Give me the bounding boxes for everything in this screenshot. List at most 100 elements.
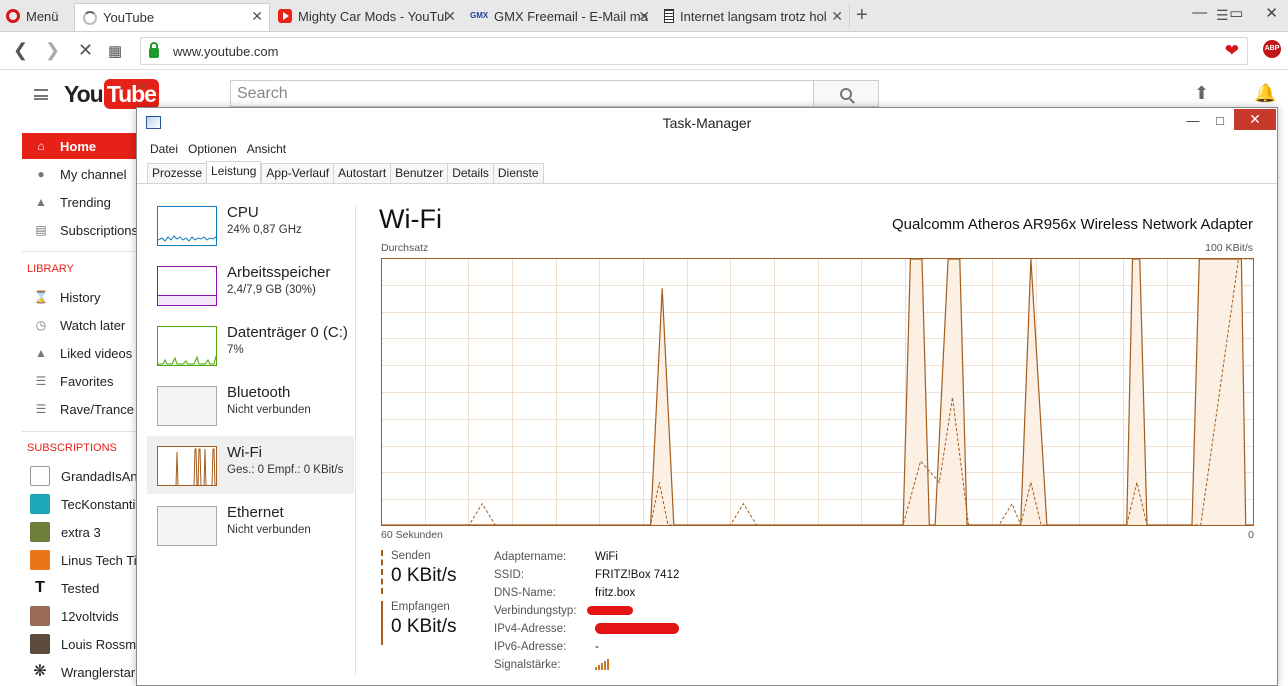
- resource-detail: Nicht verbunden: [227, 524, 311, 536]
- resource-detail: 24% 0,87 GHz: [227, 224, 302, 236]
- detail-row: SSID: FRITZ!Box 7412: [494, 569, 794, 587]
- youtube-guide-sidebar: ⌂ Home ● My channel ▲ Trending ▤ Subscri…: [22, 133, 140, 686]
- guide-item-history[interactable]: ⌛ History: [22, 284, 140, 310]
- tab-dienste[interactable]: Dienste: [492, 163, 544, 184]
- detail-key: DNS-Name:: [494, 587, 556, 599]
- account-icon: ●: [37, 167, 45, 181]
- browser-tab-internet-langsam[interactable]: Internet langsam trotz hol ✕: [656, 4, 850, 28]
- opera-logo-icon: [6, 9, 20, 23]
- channel-avatar: [30, 550, 50, 570]
- browser-tab-gmx[interactable]: GMX GMX Freemail - E-Mail ma ✕: [462, 4, 656, 28]
- notifications-bell-icon[interactable]: 🔔: [1254, 83, 1276, 104]
- browser-tab-youtube[interactable]: YouTube ✕: [74, 3, 270, 31]
- subscription-item[interactable]: Linus Tech Ti: [22, 547, 140, 573]
- menu-ansicht[interactable]: Ansicht: [247, 142, 286, 156]
- close-tab-icon[interactable]: ✕: [638, 8, 650, 25]
- minimize-icon[interactable]: —: [1192, 4, 1207, 22]
- resource-wifi[interactable]: Wi-Fi Ges.: 0 Empf.: 0 KBit/s: [147, 436, 354, 494]
- detail-key: Verbindungstyp:: [494, 605, 577, 617]
- back-icon[interactable]: ❮: [13, 40, 28, 61]
- playlist-icon: ☰: [35, 374, 47, 388]
- resource-detail: 2,4/7,9 GB (30%): [227, 284, 316, 296]
- detail-key: Adaptername:: [494, 551, 567, 563]
- guide-divider: [22, 431, 140, 432]
- guide-item-my-channel[interactable]: ● My channel: [22, 161, 140, 187]
- guide-item-label: Favorites: [60, 373, 114, 389]
- url-field[interactable]: www.youtube.com ❤: [140, 37, 1248, 65]
- close-icon[interactable]: ✕: [1234, 109, 1276, 130]
- guide-item-subscriptions[interactable]: ▤ Subscriptions: [22, 217, 140, 243]
- subscription-item[interactable]: ❋ Wranglerstar: [22, 659, 140, 685]
- opera-menu-label: Menü: [26, 8, 59, 24]
- adapter-name: Qualcomm Atheros AR956x Wireless Network…: [892, 216, 1253, 233]
- resource-cpu[interactable]: CPU 24% 0,87 GHz: [147, 196, 354, 254]
- resource-ethernet[interactable]: Ethernet Nicht verbunden: [147, 496, 354, 554]
- detail-row: Adaptername: WiFi: [494, 551, 794, 569]
- minimize-icon[interactable]: —: [1180, 110, 1206, 130]
- maximize-icon[interactable]: □: [1207, 110, 1233, 130]
- detail-key: IPv4-Adresse:: [494, 623, 567, 635]
- speed-dial-icon[interactable]: ▦: [108, 42, 122, 60]
- tab-leistung[interactable]: Leistung: [206, 161, 262, 184]
- resource-name: Datenträger 0 (C:): [227, 324, 348, 341]
- guide-item-rave-trance[interactable]: ☰ Rave/Trance: [22, 396, 140, 422]
- subscription-item[interactable]: GrandadIsAn: [22, 463, 140, 489]
- search-input[interactable]: Search: [230, 80, 814, 107]
- forward-icon[interactable]: ❯: [45, 40, 60, 61]
- menu-optionen[interactable]: Optionen: [188, 142, 237, 156]
- subscription-item[interactable]: Louis Rossm: [22, 631, 140, 657]
- search-button[interactable]: [813, 80, 879, 107]
- subscription-item[interactable]: TecKonstanti: [22, 491, 140, 517]
- guide-item-watch-later[interactable]: ◷ Watch later: [22, 312, 140, 338]
- address-bar: ❮ ❯ ✕ ▦ www.youtube.com ❤: [0, 32, 1288, 70]
- browser-tab-mighty-car-mods[interactable]: Mighty Car Mods - YouTul ✕: [270, 4, 462, 28]
- logo-you: You: [64, 80, 104, 107]
- close-tab-icon[interactable]: ✕: [251, 8, 263, 25]
- guide-menu-icon[interactable]: [34, 89, 48, 100]
- guide-item-home[interactable]: ⌂ Home: [22, 133, 140, 159]
- tab-benutzer[interactable]: Benutzer: [390, 163, 448, 184]
- close-icon[interactable]: ✕: [1265, 4, 1278, 22]
- guide-item-liked-videos[interactable]: ▲ Liked videos: [22, 340, 140, 366]
- maximize-icon[interactable]: ▭: [1229, 4, 1243, 22]
- subscription-item[interactable]: T Tested: [22, 575, 140, 601]
- heart-icon[interactable]: ❤: [1225, 41, 1239, 61]
- subscription-label: 12voltvids: [61, 608, 119, 624]
- send-metric: Senden 0 KBit/s: [381, 550, 471, 594]
- tab-prozesse[interactable]: Prozesse: [147, 163, 207, 184]
- upload-icon[interactable]: ⬆: [1194, 83, 1209, 104]
- subscription-item[interactable]: extra 3: [22, 519, 140, 545]
- receive-metric: Empfangen 0 KBit/s: [381, 601, 471, 645]
- resource-name: Wi-Fi: [227, 444, 262, 461]
- subscription-item[interactable]: 12voltvids: [22, 603, 140, 629]
- guide-item-trending[interactable]: ▲ Trending: [22, 189, 140, 215]
- close-tab-icon[interactable]: ✕: [831, 8, 843, 25]
- lock-icon: [149, 42, 159, 58]
- cpu-thumbnail-graph: [157, 206, 217, 246]
- resource-memory[interactable]: Arbeitsspeicher 2,4/7,9 GB (30%): [147, 256, 354, 314]
- tested-logo-icon: T: [35, 579, 45, 596]
- tab-autostart[interactable]: Autostart: [333, 163, 391, 184]
- opera-menu-button[interactable]: Menü: [6, 6, 59, 26]
- menu-bar: Datei Optionen Ansicht: [137, 138, 1277, 160]
- adblock-plus-icon[interactable]: ABP: [1263, 40, 1281, 58]
- channel-avatar: [30, 634, 50, 654]
- close-tab-icon[interactable]: ✕: [444, 8, 456, 25]
- tab-app-verlauf[interactable]: App-Verlauf: [261, 163, 334, 184]
- guide-item-label: Rave/Trance: [60, 401, 134, 417]
- resource-detail: 7%: [227, 344, 244, 356]
- performance-pane: CPU 24% 0,87 GHz Arbeitsspeicher 2,4/7,9…: [137, 183, 1277, 685]
- guide-item-favorites[interactable]: ☰ Favorites: [22, 368, 140, 394]
- resource-disk[interactable]: Datenträger 0 (C:) 7%: [147, 316, 354, 374]
- task-manager-titlebar[interactable]: Task-Manager — □ ✕: [137, 108, 1277, 138]
- resource-bluetooth[interactable]: Bluetooth Nicht verbunden: [147, 376, 354, 434]
- send-value: 0 KBit/s: [391, 565, 457, 586]
- new-tab-button[interactable]: +: [856, 4, 868, 27]
- detail-value: FRITZ!Box 7412: [595, 569, 680, 581]
- resource-name: CPU: [227, 204, 259, 221]
- subscription-label: Louis Rossm: [61, 636, 137, 652]
- stop-icon[interactable]: ✕: [78, 40, 93, 61]
- menu-datei[interactable]: Datei: [150, 142, 178, 156]
- detail-key: Signalstärke:: [494, 659, 561, 671]
- tab-details[interactable]: Details: [447, 163, 493, 184]
